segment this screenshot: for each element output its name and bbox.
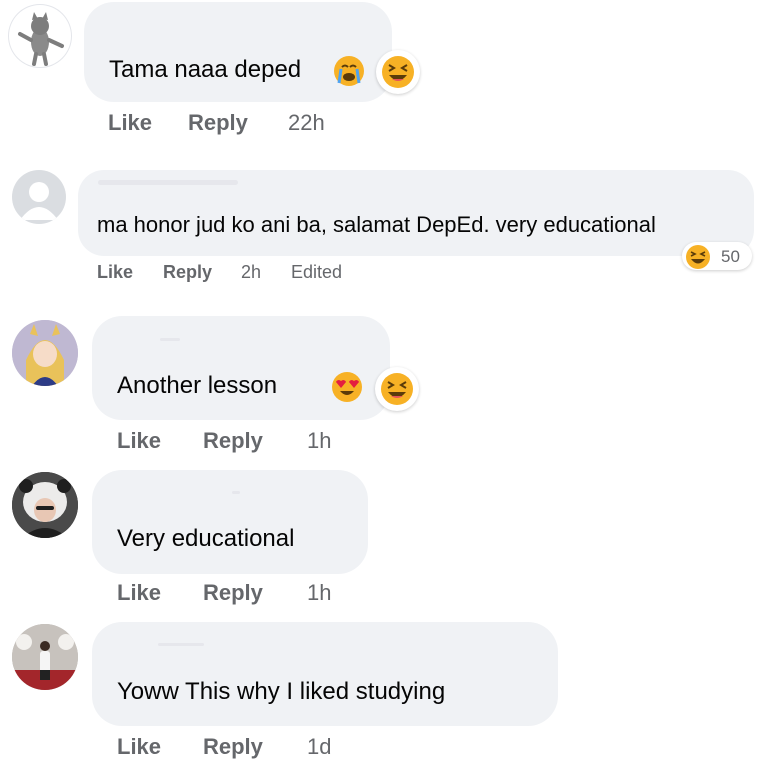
like-button[interactable]: Like xyxy=(117,734,161,760)
reply-button[interactable]: Reply xyxy=(203,734,263,760)
avatar-default[interactable] xyxy=(12,170,66,224)
reply-button[interactable]: Reply xyxy=(163,262,212,283)
comment-text: Yoww This why I liked studying xyxy=(117,678,446,705)
laughing-face-emoji-icon xyxy=(375,367,419,411)
reply-button[interactable]: Reply xyxy=(203,580,263,606)
reply-button[interactable]: Reply xyxy=(203,428,263,454)
comment-1: Tama naaa deped Like Reply 22h xyxy=(0,0,768,150)
like-button[interactable]: Like xyxy=(117,428,161,454)
comment-bubble xyxy=(92,622,558,726)
commenter-name-redacted xyxy=(158,643,204,646)
comment-text: Very educational xyxy=(117,525,295,552)
timestamp: 22h xyxy=(288,110,325,135)
comment-3: Another lesson Like Reply 1h xyxy=(0,300,768,460)
laughing-face-emoji-icon xyxy=(685,244,711,270)
comment-text: Another lesson xyxy=(117,372,278,399)
commenter-name-redacted xyxy=(98,180,238,185)
reply-button[interactable]: Reply xyxy=(188,110,248,136)
comment-bubble xyxy=(84,2,392,102)
panda-hood-avatar-icon xyxy=(12,472,78,538)
timestamp: 2h xyxy=(241,262,262,282)
anime-avatar-icon xyxy=(12,320,78,386)
like-button[interactable]: Like xyxy=(97,262,133,283)
timestamp: 1h xyxy=(307,580,332,605)
edited-label: Edited xyxy=(291,262,343,282)
laughing-face-emoji-icon xyxy=(376,50,420,94)
comment-4: Very educational Like Reply 1h xyxy=(0,460,768,612)
reaction-count: 50 xyxy=(721,247,740,266)
photo-avatar-icon xyxy=(12,624,78,690)
avatar-cat[interactable] xyxy=(8,4,72,68)
avatar-panda-hood[interactable] xyxy=(12,472,78,538)
heart-eyes-emoji-icon xyxy=(331,371,363,403)
comment-2: ma honor jud ko ani ba, salamat DepEd. v… xyxy=(0,150,768,300)
comment-bubble xyxy=(92,316,390,420)
comment-text: ma honor jud ko ani ba, salamat DepEd. v… xyxy=(97,212,656,237)
timestamp: 1h xyxy=(307,428,332,453)
like-button[interactable]: Like xyxy=(108,110,152,136)
timestamp: 1d xyxy=(307,734,332,759)
comment-text: Tama naaa deped xyxy=(109,56,302,83)
cat-avatar-icon xyxy=(18,12,64,66)
comment-bubble xyxy=(92,470,368,574)
commenter-name-redacted xyxy=(232,491,240,494)
comment-5: Yoww This why I liked studying Like Repl… xyxy=(0,612,768,773)
avatar-wedding-photo[interactable] xyxy=(12,624,78,690)
like-button[interactable]: Like xyxy=(117,580,161,606)
default-user-icon xyxy=(20,182,58,220)
commenter-name-redacted xyxy=(160,338,180,341)
crying-face-emoji-icon xyxy=(333,55,365,87)
avatar-anime-girl[interactable] xyxy=(12,320,78,386)
